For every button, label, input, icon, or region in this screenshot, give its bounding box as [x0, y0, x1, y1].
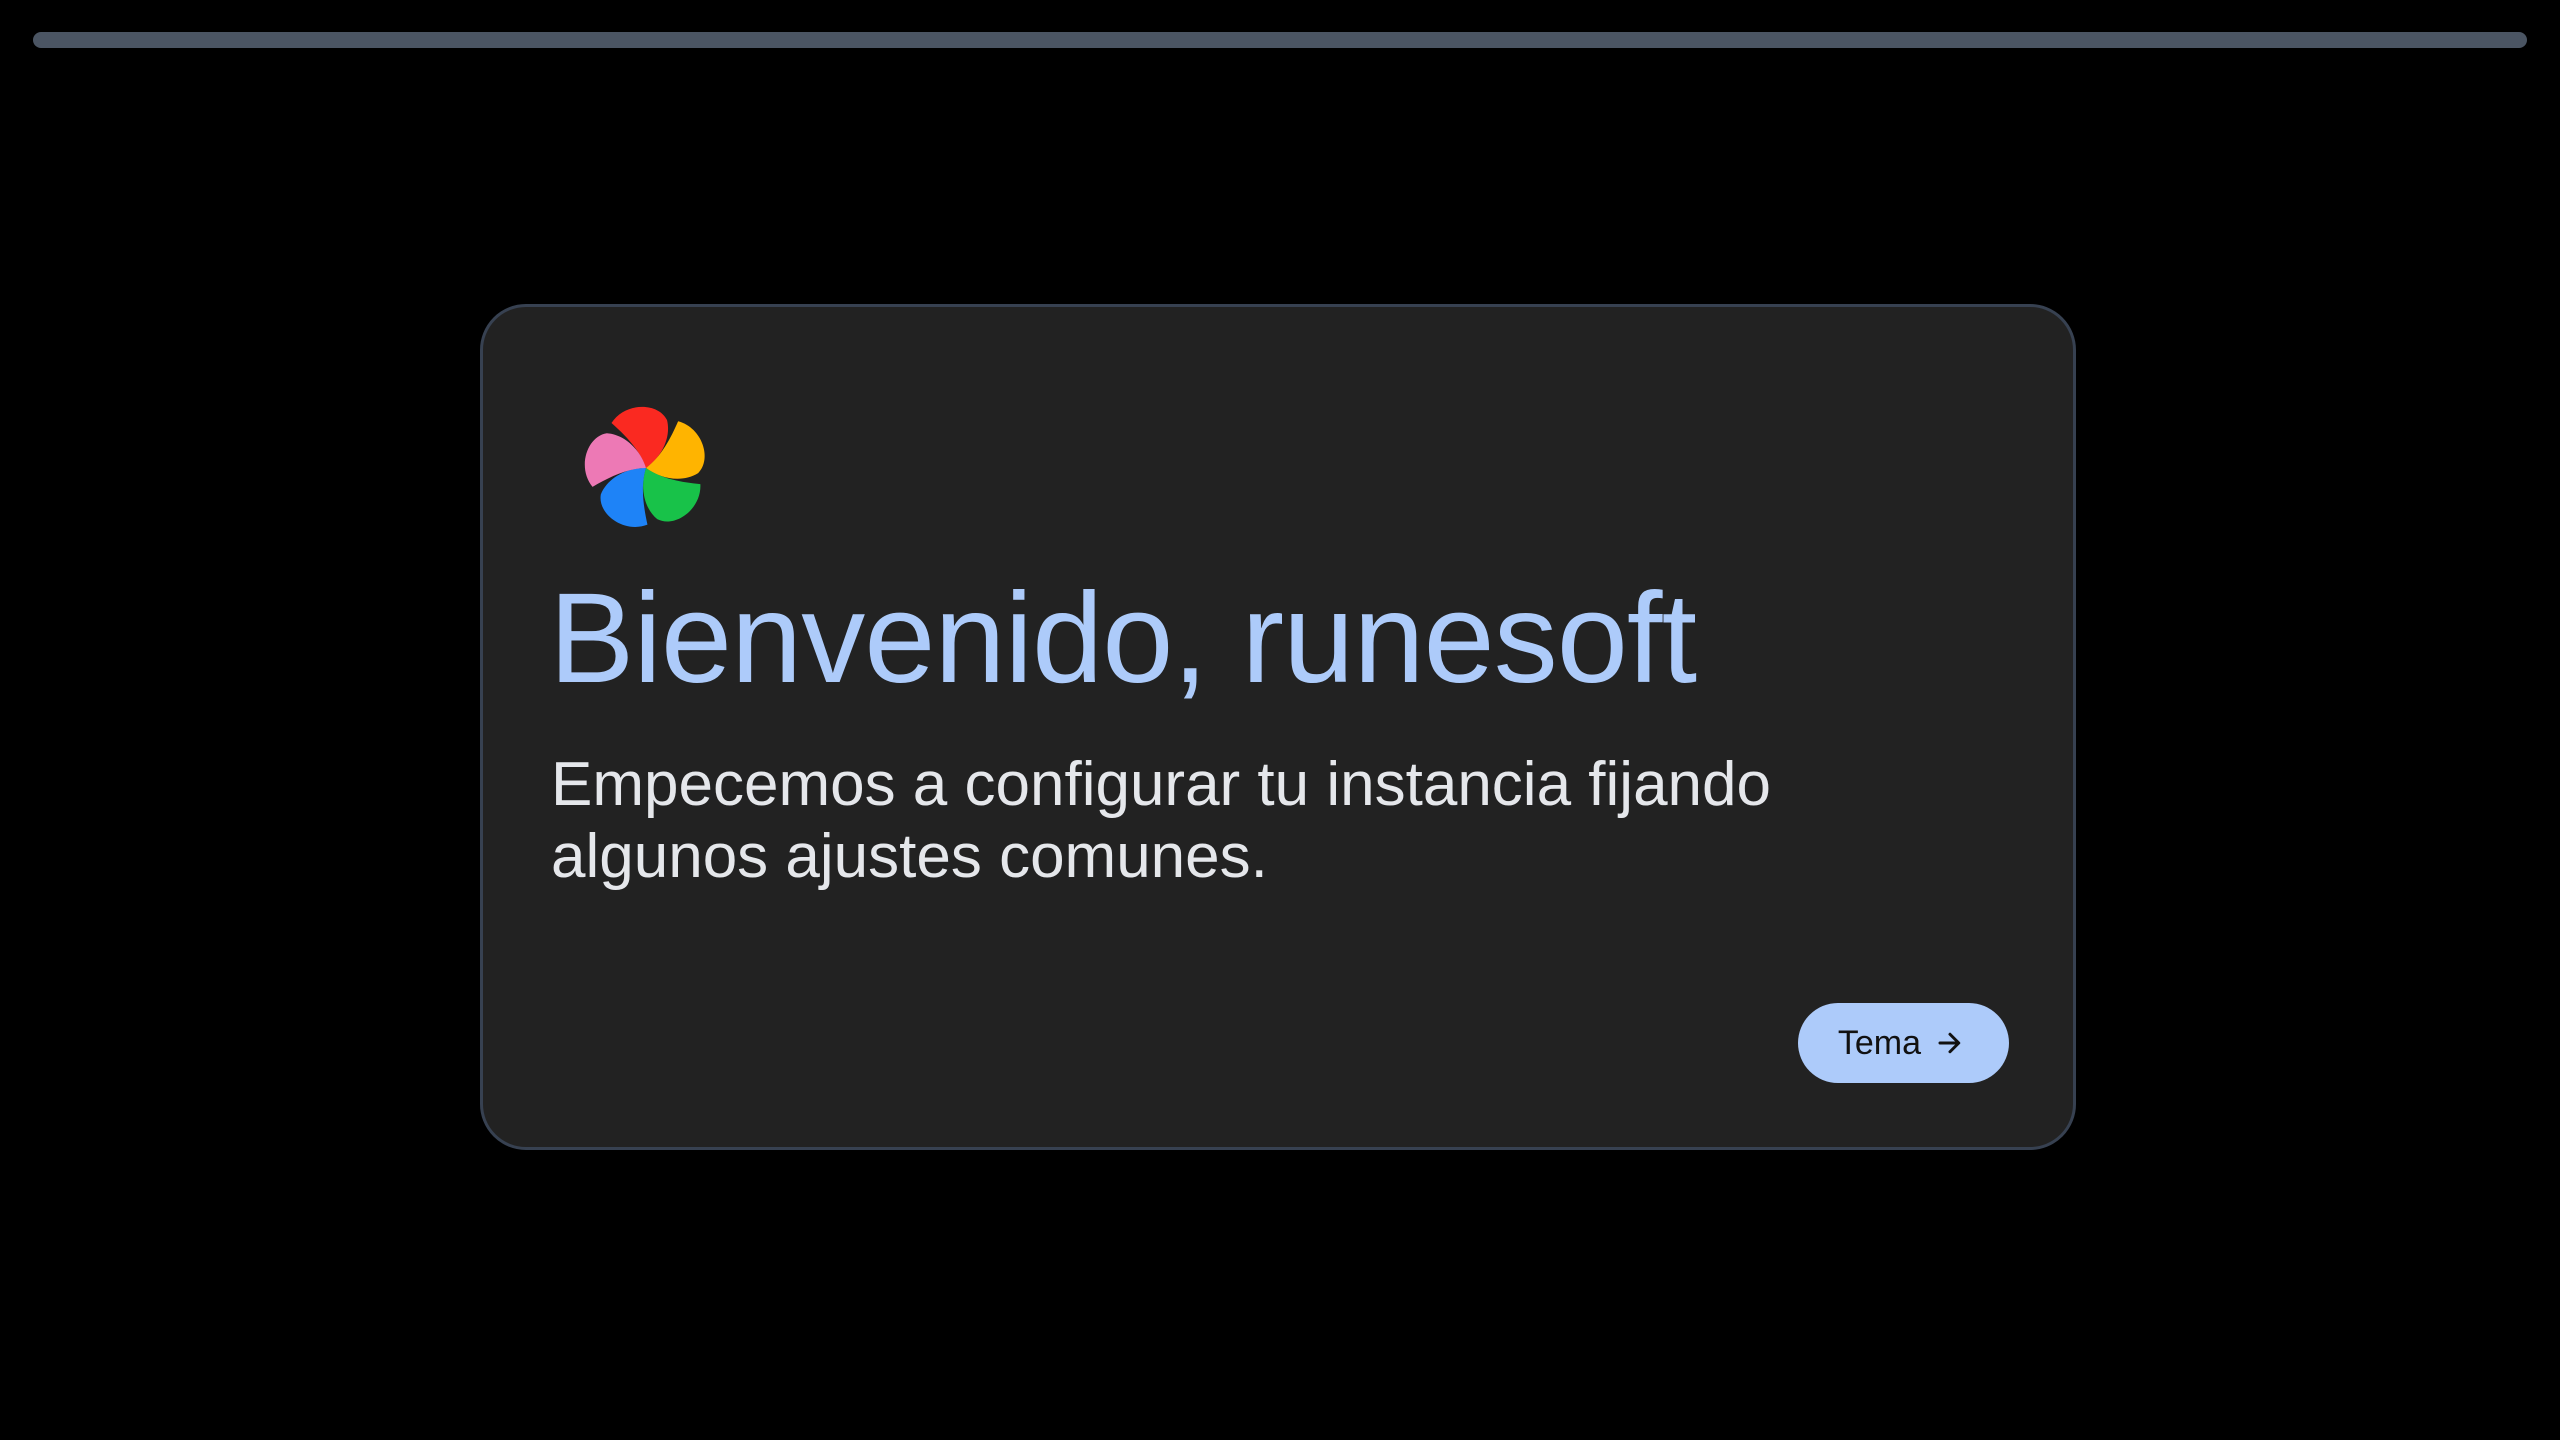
welcome-subtitle: Empecemos a configurar tu instancia fija… — [551, 750, 1771, 891]
next-step-button-label: Tema — [1837, 1023, 1921, 1062]
arrow-right-icon — [1935, 1028, 1965, 1058]
pinwheel-logo-icon — [571, 393, 721, 543]
onboarding-card: Bienvenido, runesoft Empecemos a configu… — [480, 304, 2076, 1150]
progress-bar — [33, 32, 2527, 48]
welcome-title: Bienvenido, runesoft — [549, 567, 1697, 710]
next-step-button[interactable]: Tema — [1797, 1003, 2009, 1083]
